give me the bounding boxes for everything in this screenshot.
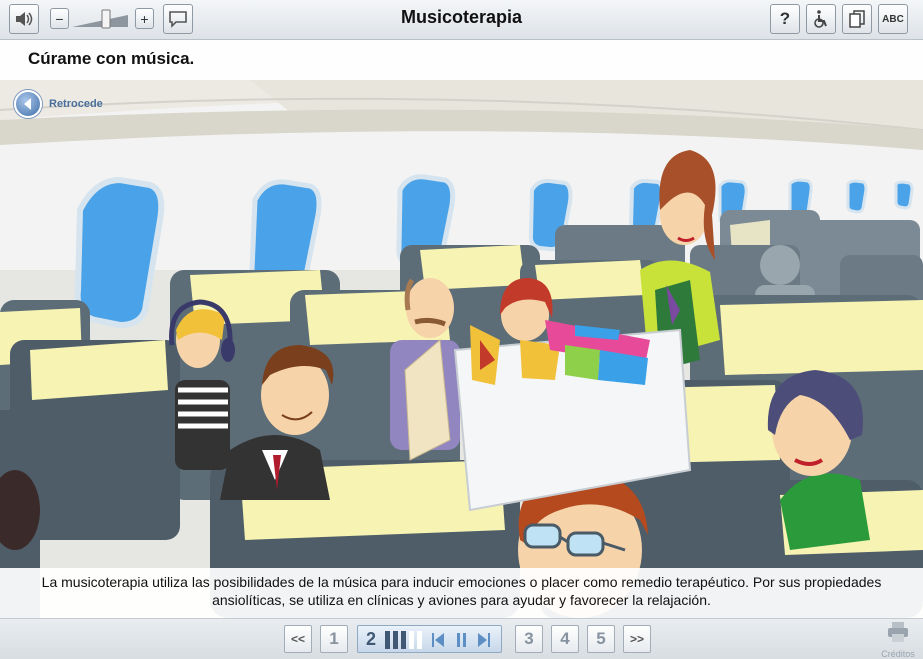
page-label-3: 3 xyxy=(524,629,534,648)
first-page-button[interactable]: << xyxy=(284,625,312,653)
volume-slider-handle[interactable] xyxy=(101,9,111,29)
page-heading: Cúrame con música. xyxy=(28,49,195,68)
current-page-number: 2 xyxy=(366,629,377,649)
skip-back-icon[interactable] xyxy=(432,633,444,647)
speech-bubble-icon xyxy=(169,11,187,28)
page-label-5: 5 xyxy=(596,629,606,648)
volume-button[interactable] xyxy=(9,4,39,34)
copy-icon xyxy=(849,10,865,28)
help-button[interactable]: ? xyxy=(770,4,800,34)
volume-down-button[interactable]: − xyxy=(50,8,69,29)
credits-label: Créditos xyxy=(881,649,915,659)
minus-label: − xyxy=(55,10,64,27)
airplane-cabin-illustration xyxy=(0,40,923,618)
back-label: Retrocede xyxy=(49,98,103,110)
abc-label: ABC xyxy=(882,13,904,25)
abc-button[interactable]: ABC xyxy=(878,4,908,34)
page-label-4: 4 xyxy=(560,629,570,648)
page-button-5[interactable]: 5 xyxy=(587,625,615,653)
copy-button[interactable] xyxy=(842,4,872,34)
top-toolbar: − + Musicoterapia ? ABC xyxy=(0,0,923,40)
heading-bar: Cúrame con música. xyxy=(0,40,923,80)
credits-button[interactable]: Créditos xyxy=(878,621,918,659)
speaker-icon xyxy=(16,12,33,26)
content-frame: Cúrame con música. Retrocede La musicote… xyxy=(0,40,923,618)
back-button[interactable]: Retrocede xyxy=(14,90,103,118)
volume-slider[interactable] xyxy=(72,9,130,29)
help-label: ? xyxy=(779,9,791,28)
current-page-indicator: 2 xyxy=(357,625,502,653)
last-page-label: >> xyxy=(629,632,644,646)
last-page-button[interactable]: >> xyxy=(623,625,651,653)
page-label-1: 1 xyxy=(329,629,339,648)
page-button-1[interactable]: 1 xyxy=(320,625,348,653)
page-button-3[interactable]: 3 xyxy=(515,625,543,653)
plus-label: + xyxy=(140,10,149,27)
app-window: − + Musicoterapia ? ABC Cúrame con músic… xyxy=(0,0,923,659)
volume-up-button[interactable]: + xyxy=(135,8,154,29)
first-page-label: << xyxy=(290,632,305,646)
accessibility-button[interactable] xyxy=(806,4,836,34)
bottom-navigation: << 1 2 3 4 5 >> Créditos xyxy=(0,618,923,659)
wheelchair-icon xyxy=(814,10,827,28)
skip-forward-icon[interactable] xyxy=(478,633,490,647)
caption-text: La musicoterapia utiliza las posibilidad… xyxy=(0,568,923,618)
pause-icon[interactable] xyxy=(456,633,468,647)
subtitles-button[interactable] xyxy=(163,4,193,34)
page-button-4[interactable]: 4 xyxy=(551,625,579,653)
page-progress-bars-icon xyxy=(385,631,422,649)
printer-icon xyxy=(888,622,908,642)
back-arrow-icon xyxy=(14,90,42,118)
